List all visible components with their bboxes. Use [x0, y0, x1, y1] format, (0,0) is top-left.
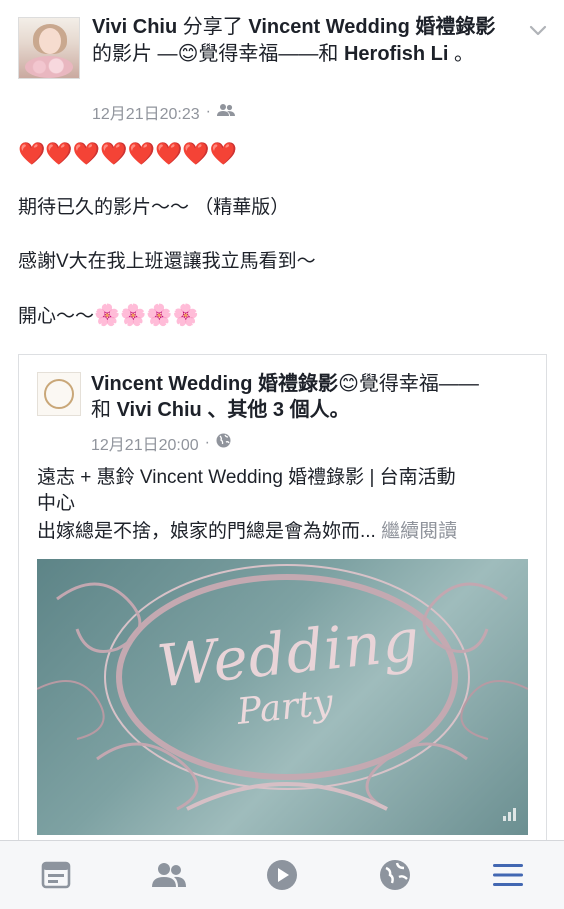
hearts-emoji-line: ❤️❤️❤️❤️❤️❤️❤️❤️	[18, 141, 238, 166]
title-line-2: 中心	[37, 493, 76, 514]
smile-emoji-icon: 😊	[338, 373, 359, 395]
shared-post-timestamp[interactable]: 12月21日20:00	[91, 431, 199, 455]
shared-text: 分享了	[177, 16, 249, 38]
bottom-tab-bar	[0, 840, 564, 909]
shared-tagged-person[interactable]: Vivi Chiu	[117, 399, 202, 421]
tab-watch[interactable]	[252, 845, 312, 905]
title-line-1: 遠志 + 惠鈴 Vincent Wedding 婚禮錄影 | 台南活動	[37, 467, 456, 488]
meta-dot: ·	[204, 434, 210, 451]
author-avatar[interactable]	[18, 17, 80, 79]
tab-notifications[interactable]	[365, 845, 425, 905]
page-logo[interactable]	[37, 372, 81, 416]
friends-audience-icon	[216, 103, 235, 122]
shared-post-header: Vincent Wedding 婚禮錄影😊覺得幸福—— 和 Vivi Chiu 、…	[91, 371, 531, 423]
feeling-text: 覺得幸福——和	[198, 43, 344, 65]
shared-with-text: 和	[91, 399, 117, 421]
description-text: 出嫁總是不捨，娘家的門總是會為妳而...	[37, 521, 382, 542]
shared-video-description: 出嫁總是不捨，娘家的門總是會為妳而... 繼續閱讀	[37, 519, 537, 545]
video-text: 的影片 —	[92, 43, 178, 65]
post-line-1: 期待已久的影片～～ （精華版）	[18, 197, 290, 218]
post-header: Vivi Chiu 分享了 Vincent Wedding 婚禮錄影的影片 —😊…	[92, 14, 512, 68]
shared-page-name-link[interactable]: Vincent Wedding 婚禮錄影	[91, 373, 338, 395]
tab-menu[interactable]	[478, 845, 538, 905]
shared-page-name[interactable]: Vincent Wedding 婚禮錄影	[248, 16, 495, 38]
post-line-2: 感謝V大在我上班還讓我立馬看到～	[18, 251, 316, 272]
meta-dot: ·	[205, 103, 211, 120]
shared-post-card[interactable]: Vincent Wedding 婚禮錄影😊覺得幸福—— 和 Vivi Chiu 、…	[18, 354, 547, 875]
signal-bars-icon	[502, 804, 520, 827]
tagged-person[interactable]: Herofish Li	[344, 43, 448, 65]
globe-public-icon	[216, 433, 231, 453]
friends-icon	[152, 863, 187, 887]
smile-emoji-icon: 😊	[177, 43, 199, 65]
video-thumbnail[interactable]: Wedding Party	[37, 559, 528, 835]
cherry-blossom-emoji: 🌸🌸🌸🌸	[94, 304, 199, 327]
end-mark: 。	[448, 43, 474, 65]
hamburger-menu-icon	[492, 864, 523, 886]
shared-others-text[interactable]: 、其他 3 個人。	[202, 399, 349, 421]
post-timestamp[interactable]: 12月21日20:23	[92, 100, 200, 124]
play-video-icon	[266, 860, 297, 890]
shared-feeling-text: 覺得幸福——	[358, 373, 479, 395]
post-line-3-text: 開心～～	[18, 306, 95, 327]
globe-notifications-icon	[379, 860, 410, 890]
post-meta: 12月21日20:23 ·	[92, 100, 235, 124]
post-line-3: 開心～～🌸🌸🌸🌸	[18, 302, 548, 330]
news-feed-icon	[42, 861, 71, 889]
shared-video-title[interactable]: 遠志 + 惠鈴 Vincent Wedding 婚禮錄影 | 台南活動 中心	[37, 465, 537, 517]
shared-post-meta: 12月21日20:00 ·	[91, 431, 231, 455]
post-options-chevron-icon[interactable]	[528, 20, 548, 40]
tab-friends[interactable]	[139, 845, 199, 905]
tab-news-feed[interactable]	[26, 845, 86, 905]
post-body: ❤️❤️❤️❤️❤️❤️❤️❤️ 期待已久的影片～～ （精華版） 感謝V大在我上…	[18, 140, 548, 357]
author-name[interactable]: Vivi Chiu	[92, 16, 177, 38]
continue-reading-link[interactable]: 繼續閱讀	[381, 521, 457, 542]
